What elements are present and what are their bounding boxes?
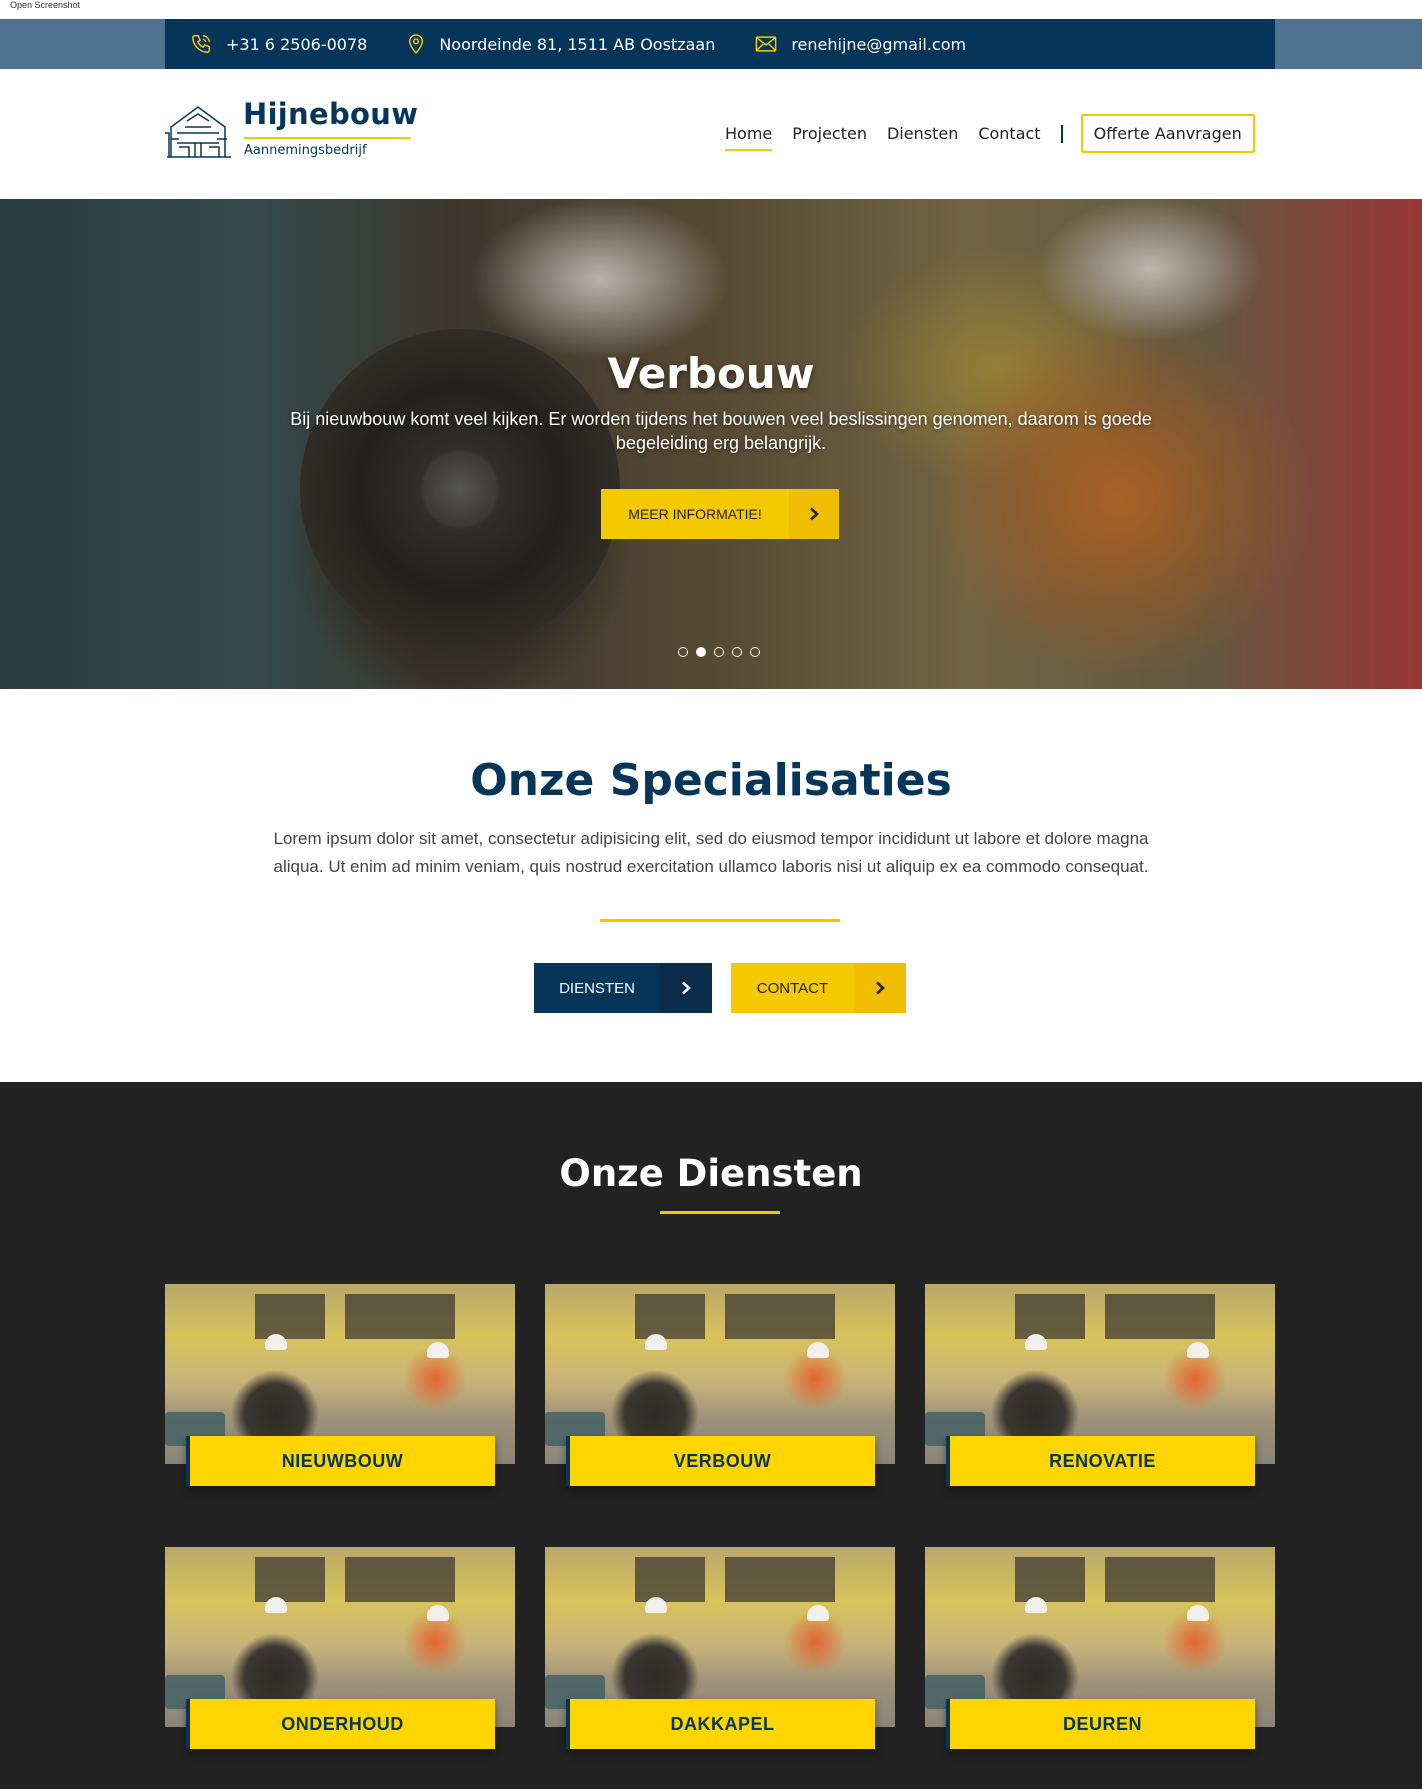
nav-separator [1060, 124, 1063, 143]
phone-icon [192, 35, 210, 53]
diensten-button-label: DIENSTEN [559, 979, 635, 997]
slider-dot-2[interactable] [696, 647, 706, 657]
slider-dot-5[interactable] [750, 647, 760, 657]
map-pin-icon [409, 34, 424, 55]
specialisaties-divider [600, 919, 840, 922]
address-text: Noordeinde 81, 1511 AB Oostzaan [439, 34, 716, 54]
address-contact[interactable]: Noordeinde 81, 1511 AB Oostzaan [407, 33, 715, 55]
nav-projecten[interactable]: Projecten [792, 124, 867, 151]
contact-button[interactable]: CONTACT [731, 963, 906, 1013]
house-logo-icon [165, 106, 231, 158]
service-card-deuren[interactable]: DEUREN [925, 1547, 1275, 1749]
service-card-dakkapel[interactable]: DAKKAPEL [545, 1547, 895, 1749]
service-card-verbouw[interactable]: VERBOUW [545, 1284, 895, 1486]
top-contact-bar: +31 6 2506-0078 Noordeinde 81, 1511 AB O… [0, 19, 1422, 69]
service-card-onderhoud[interactable]: ONDERHOUD [165, 1547, 515, 1749]
slider-dot-3[interactable] [714, 647, 724, 657]
main-nav: Home Projecten Diensten Contact Offerte … [725, 114, 1255, 153]
service-card-label: ONDERHOUD [186, 1699, 495, 1749]
slider-dot-4[interactable] [732, 647, 742, 657]
contact-button-label: CONTACT [756, 979, 829, 997]
email-address: renehijne@gmail.com [791, 34, 967, 54]
specialisaties-title: Onze Specialisaties [470, 755, 952, 806]
service-card-label: RENOVATIE [946, 1436, 1255, 1486]
slider-dot-1[interactable] [678, 647, 688, 657]
service-card-label: NIEUWBOUW [186, 1436, 495, 1486]
email-contact[interactable]: renehijne@gmail.com [755, 35, 966, 54]
hero-title: Verbouw [607, 349, 815, 398]
mail-icon [755, 36, 777, 52]
top-contact-bar-inner: +31 6 2506-0078 Noordeinde 81, 1511 AB O… [165, 19, 1275, 69]
diensten-section: Onze Diensten NIEUWBOUW VERBOUW RENOVATI… [0, 1082, 1422, 1789]
chevron-right-icon [854, 963, 906, 1013]
hero-slider: Verbouw Bij nieuwbouw komt veel kijken. … [0, 199, 1422, 689]
hero-text: Bij nieuwbouw komt veel kijken. Er worde… [290, 409, 1152, 453]
specialisaties-text: Lorem ipsum dolor sit amet, consectetur … [273, 829, 1149, 876]
screenshot-caption: Open Screenshot [10, 0, 81, 10]
slider-dots [678, 647, 768, 657]
chevron-right-icon [660, 963, 712, 1013]
diensten-button[interactable]: DIENSTEN [534, 963, 712, 1013]
service-card-label: DEUREN [946, 1699, 1255, 1749]
service-card-label: VERBOUW [566, 1436, 875, 1486]
site-header: Hijnebouw Aannemingsbedrijf Home Project… [0, 69, 1422, 199]
brand-name: Hijnebouw [243, 97, 419, 131]
brand-underline [244, 137, 411, 139]
chevron-right-icon [789, 489, 839, 539]
nav-home[interactable]: Home [725, 124, 773, 151]
phone-number: +31 6 2506-0078 [226, 34, 368, 54]
diensten-title: Onze Diensten [559, 1152, 863, 1195]
nav-diensten[interactable]: Diensten [887, 124, 958, 151]
nav-contact[interactable]: Contact [978, 124, 1040, 151]
brand-tagline: Aannemingsbedrijf [244, 143, 367, 158]
service-card-renovatie[interactable]: RENOVATIE [925, 1284, 1275, 1486]
meer-informatie-label: MEER INFORMATIE! [628, 506, 762, 522]
offerte-aanvragen-button[interactable]: Offerte Aanvragen [1080, 114, 1255, 153]
diensten-divider [660, 1211, 780, 1214]
service-card-label: DAKKAPEL [566, 1699, 875, 1749]
phone-contact[interactable]: +31 6 2506-0078 [190, 33, 367, 55]
service-card-nieuwbouw[interactable]: NIEUWBOUW [165, 1284, 515, 1486]
logo[interactable]: Hijnebouw Aannemingsbedrijf [165, 97, 425, 167]
meer-informatie-button[interactable]: MEER INFORMATIE! [601, 489, 839, 539]
